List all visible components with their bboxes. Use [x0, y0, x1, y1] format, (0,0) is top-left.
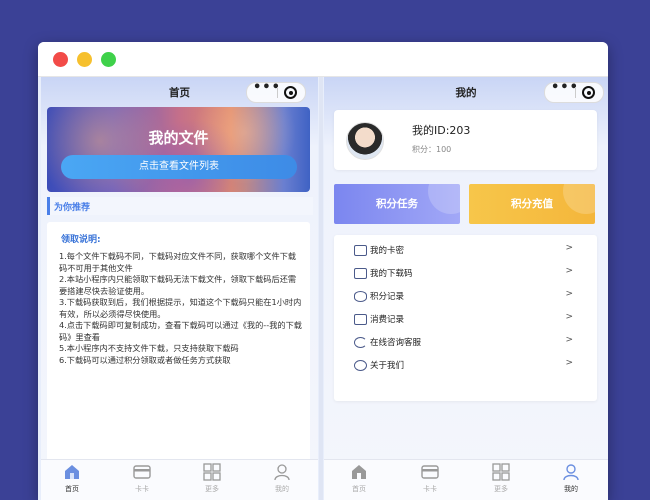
tab-label: 我的	[564, 485, 578, 493]
profile-menu: 我的卡密 > 我的下载码 > 积分记录 > 消费记录 > 在线咨询客服 > 关于…	[334, 235, 597, 401]
menu-item-consumption-record[interactable]: 消费记录 >	[334, 309, 597, 331]
mini-program-capsule: •••	[246, 80, 306, 103]
instruction-item: 6.下载码可以通过积分领取或者做任务方式获取	[59, 354, 231, 365]
tab-home[interactable]: 首页	[334, 463, 384, 494]
menu-item-label: 我的卡密	[370, 246, 405, 256]
menu-item-label: 在线咨询客服	[370, 338, 422, 348]
menu-item-label: 消费记录	[370, 315, 405, 325]
tab-mine[interactable]: 我的	[546, 463, 596, 494]
instructions-list: 1.每个文件下载码不同，下载码对应文件不同，获取哪个文件下载码不可用于其他文件 …	[59, 251, 303, 366]
navbar: 我的 •••	[324, 77, 608, 107]
menu-item-label: 我的下载码	[370, 269, 413, 279]
section-title: 为你推荐	[54, 203, 91, 213]
chevron-right-icon: >	[565, 358, 573, 368]
instruction-item: 5.本小程序内不支持文件下载，只支持获取下载码	[59, 343, 239, 353]
points-task-button[interactable]: 积分任务	[334, 184, 460, 224]
close-program-icon[interactable]	[284, 86, 297, 99]
tab-home[interactable]: 首页	[47, 463, 97, 494]
banner-title: 我的文件	[148, 129, 209, 147]
card-icon	[354, 245, 367, 256]
banner: 我的文件 点击查看文件列表	[47, 107, 310, 192]
menu-item-download-code[interactable]: 我的下载码 >	[334, 263, 597, 285]
home-icon	[62, 463, 82, 481]
chevron-right-icon: >	[565, 266, 573, 276]
screen-divider	[319, 77, 323, 500]
instruction-item: 3.下载码获取到后，我们根据提示，知道这个下载码只能在1小时内有效，所以必须得尽…	[59, 297, 302, 319]
coins-icon	[354, 291, 367, 302]
menu-item-about-us[interactable]: 关于我们 >	[334, 355, 597, 377]
tab-label: 首页	[352, 485, 366, 493]
minimize-window-button[interactable]	[77, 52, 92, 67]
tab-label: 更多	[494, 485, 508, 493]
user-icon	[272, 463, 292, 481]
tab-label: 卡卡	[135, 485, 149, 493]
chevron-right-icon: >	[565, 335, 573, 345]
menu-item-label: 积分记录	[370, 292, 405, 302]
menu-item-my-card[interactable]: 我的卡密 >	[334, 240, 597, 262]
grid-icon	[202, 463, 222, 481]
tab-bar: 首页 卡卡 更多 我的	[324, 459, 608, 500]
navbar: 首页 •••	[41, 77, 318, 107]
mini-program-capsule: •••	[544, 80, 604, 103]
tab-label: 首页	[65, 485, 79, 493]
maximize-window-button[interactable]	[101, 52, 116, 67]
instruction-item: 1.每个文件下载码不同，下载码对应文件不同，获取哪个文件下载码不可用于其他文件	[59, 251, 297, 273]
instructions-title: 领取说明:	[61, 235, 101, 245]
instruction-item: 2.本站小程序内只能领取下载码无法下载文件，领取下载码后还需要搭建尽快去验证使用…	[59, 274, 297, 296]
instructions-card: 领取说明: 1.每个文件下载码不同，下载码对应文件不同，获取哪个文件下载码不可用…	[47, 222, 310, 462]
menu-item-label: 关于我们	[370, 361, 405, 371]
tab-bar: 首页 卡卡 更多 我的	[41, 459, 318, 500]
close-window-button[interactable]	[53, 52, 68, 67]
points-task-label: 积分任务	[376, 198, 418, 210]
tab-card[interactable]: 卡卡	[117, 463, 167, 494]
chevron-right-icon: >	[565, 289, 573, 299]
user-icon	[561, 463, 581, 481]
points-recharge-label: 积分充值	[511, 198, 553, 210]
tab-label: 卡卡	[423, 485, 437, 493]
more-menu-icon[interactable]: •••	[551, 80, 578, 95]
window-titlebar	[38, 42, 608, 77]
tab-more[interactable]: 更多	[187, 463, 237, 494]
chevron-right-icon: >	[565, 243, 573, 253]
app-window: 首页 ••• 我的文件 点击查看文件列表 为你推荐 领取说明: 1.每个文件下载…	[38, 42, 608, 500]
profile-screen: 我的 ••• 我的ID:203 积分：100 积分任务 积分充值 我的卡密 >	[324, 77, 608, 500]
tab-label: 更多	[205, 485, 219, 493]
home-screen: 首页 ••• 我的文件 点击查看文件列表 为你推荐 领取说明: 1.每个文件下载…	[41, 77, 318, 500]
receipt-icon	[354, 314, 367, 325]
profile-card: 我的ID:203 积分：100	[334, 110, 597, 170]
card-icon	[132, 463, 152, 481]
tab-card[interactable]: 卡卡	[405, 463, 455, 494]
instruction-item: 4.点击下载码即可复制成功，查看下载码可以通过《我的--我的下载码》里查看	[59, 320, 302, 342]
download-code-icon	[354, 268, 367, 279]
capsule-divider	[575, 87, 576, 98]
menu-item-customer-service[interactable]: 在线咨询客服 >	[334, 332, 597, 354]
view-files-button[interactable]: 点击查看文件列表	[61, 155, 297, 179]
more-menu-icon[interactable]: •••	[253, 80, 280, 95]
tab-mine[interactable]: 我的	[257, 463, 307, 494]
points-recharge-button[interactable]: 积分充值	[469, 184, 595, 224]
section-header: 为你推荐	[47, 197, 313, 215]
tab-more[interactable]: 更多	[476, 463, 526, 494]
service-icon	[354, 337, 367, 348]
user-id: 我的ID:203	[412, 124, 471, 137]
tab-label: 我的	[275, 485, 289, 493]
avatar[interactable]	[346, 122, 384, 160]
card-icon	[420, 463, 440, 481]
close-program-icon[interactable]	[582, 86, 595, 99]
home-icon	[349, 463, 369, 481]
menu-item-points-record[interactable]: 积分记录 >	[334, 286, 597, 308]
points-balance: 积分：100	[412, 145, 452, 154]
capsule-divider	[277, 87, 278, 98]
info-icon	[354, 360, 367, 371]
grid-icon	[491, 463, 511, 481]
chevron-right-icon: >	[565, 312, 573, 322]
